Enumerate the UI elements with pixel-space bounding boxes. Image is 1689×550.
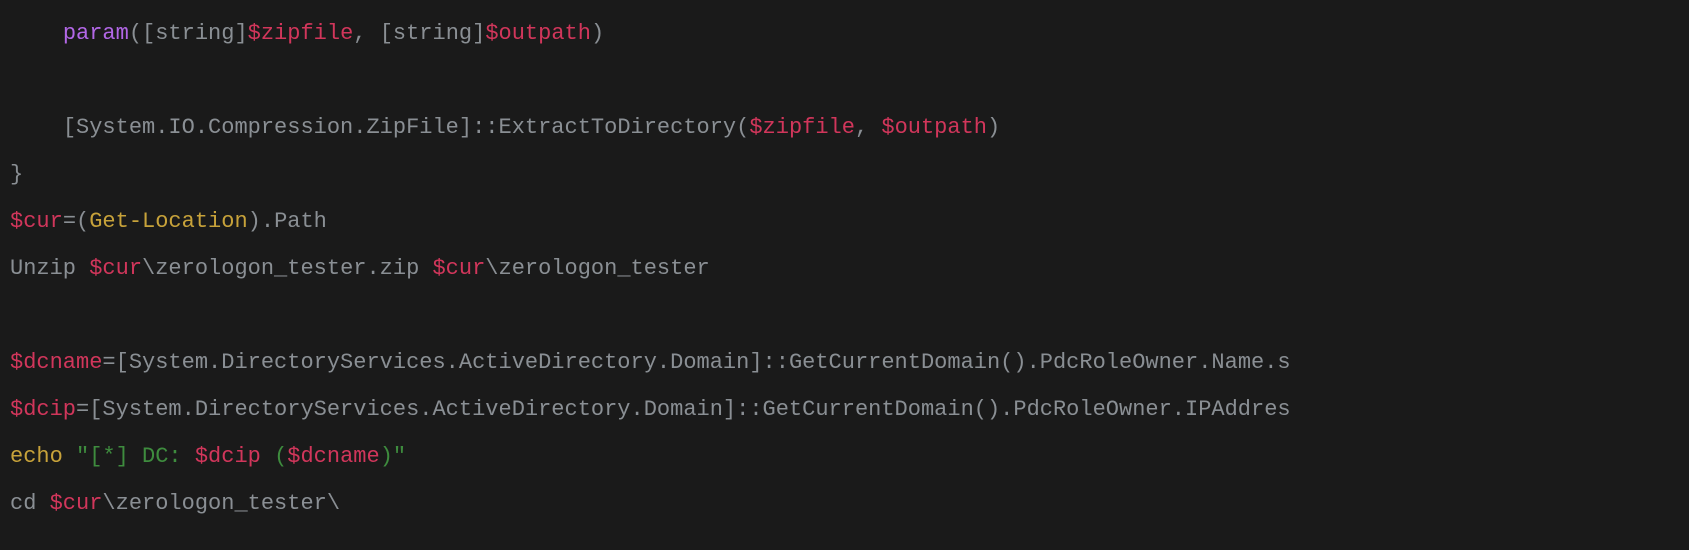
var-zipfile: $zipfile bbox=[248, 21, 354, 46]
code-block: param([string]$zipfile, [string]$outpath… bbox=[0, 0, 1689, 537]
code-line: $cur=(Get-Location).Path bbox=[10, 209, 327, 234]
var-dcip: $dcip bbox=[10, 397, 76, 422]
var-outpath: $outpath bbox=[485, 21, 591, 46]
code-line: Unzip $cur\zerologon_tester.zip $cur\zer… bbox=[10, 256, 710, 281]
var-cur: $cur bbox=[10, 209, 63, 234]
var-dcname: $dcname bbox=[10, 350, 102, 375]
code-line: $dcname=[System.DirectoryServices.Active… bbox=[10, 350, 1291, 375]
code-line: } bbox=[10, 162, 23, 187]
code-line: param([string]$zipfile, [string]$outpath… bbox=[10, 21, 604, 46]
code-line: echo "[*] DC: $dcip ($dcname)" bbox=[10, 444, 406, 469]
cmdlet-get-location: Get-Location bbox=[89, 209, 247, 234]
code-line: cd $cur\zerologon_tester\ bbox=[10, 491, 340, 516]
code-line: $dcip=[System.DirectoryServices.ActiveDi… bbox=[10, 397, 1291, 422]
keyword-param: param bbox=[63, 21, 129, 46]
code-line: [System.IO.Compression.ZipFile]::Extract… bbox=[10, 115, 1000, 140]
